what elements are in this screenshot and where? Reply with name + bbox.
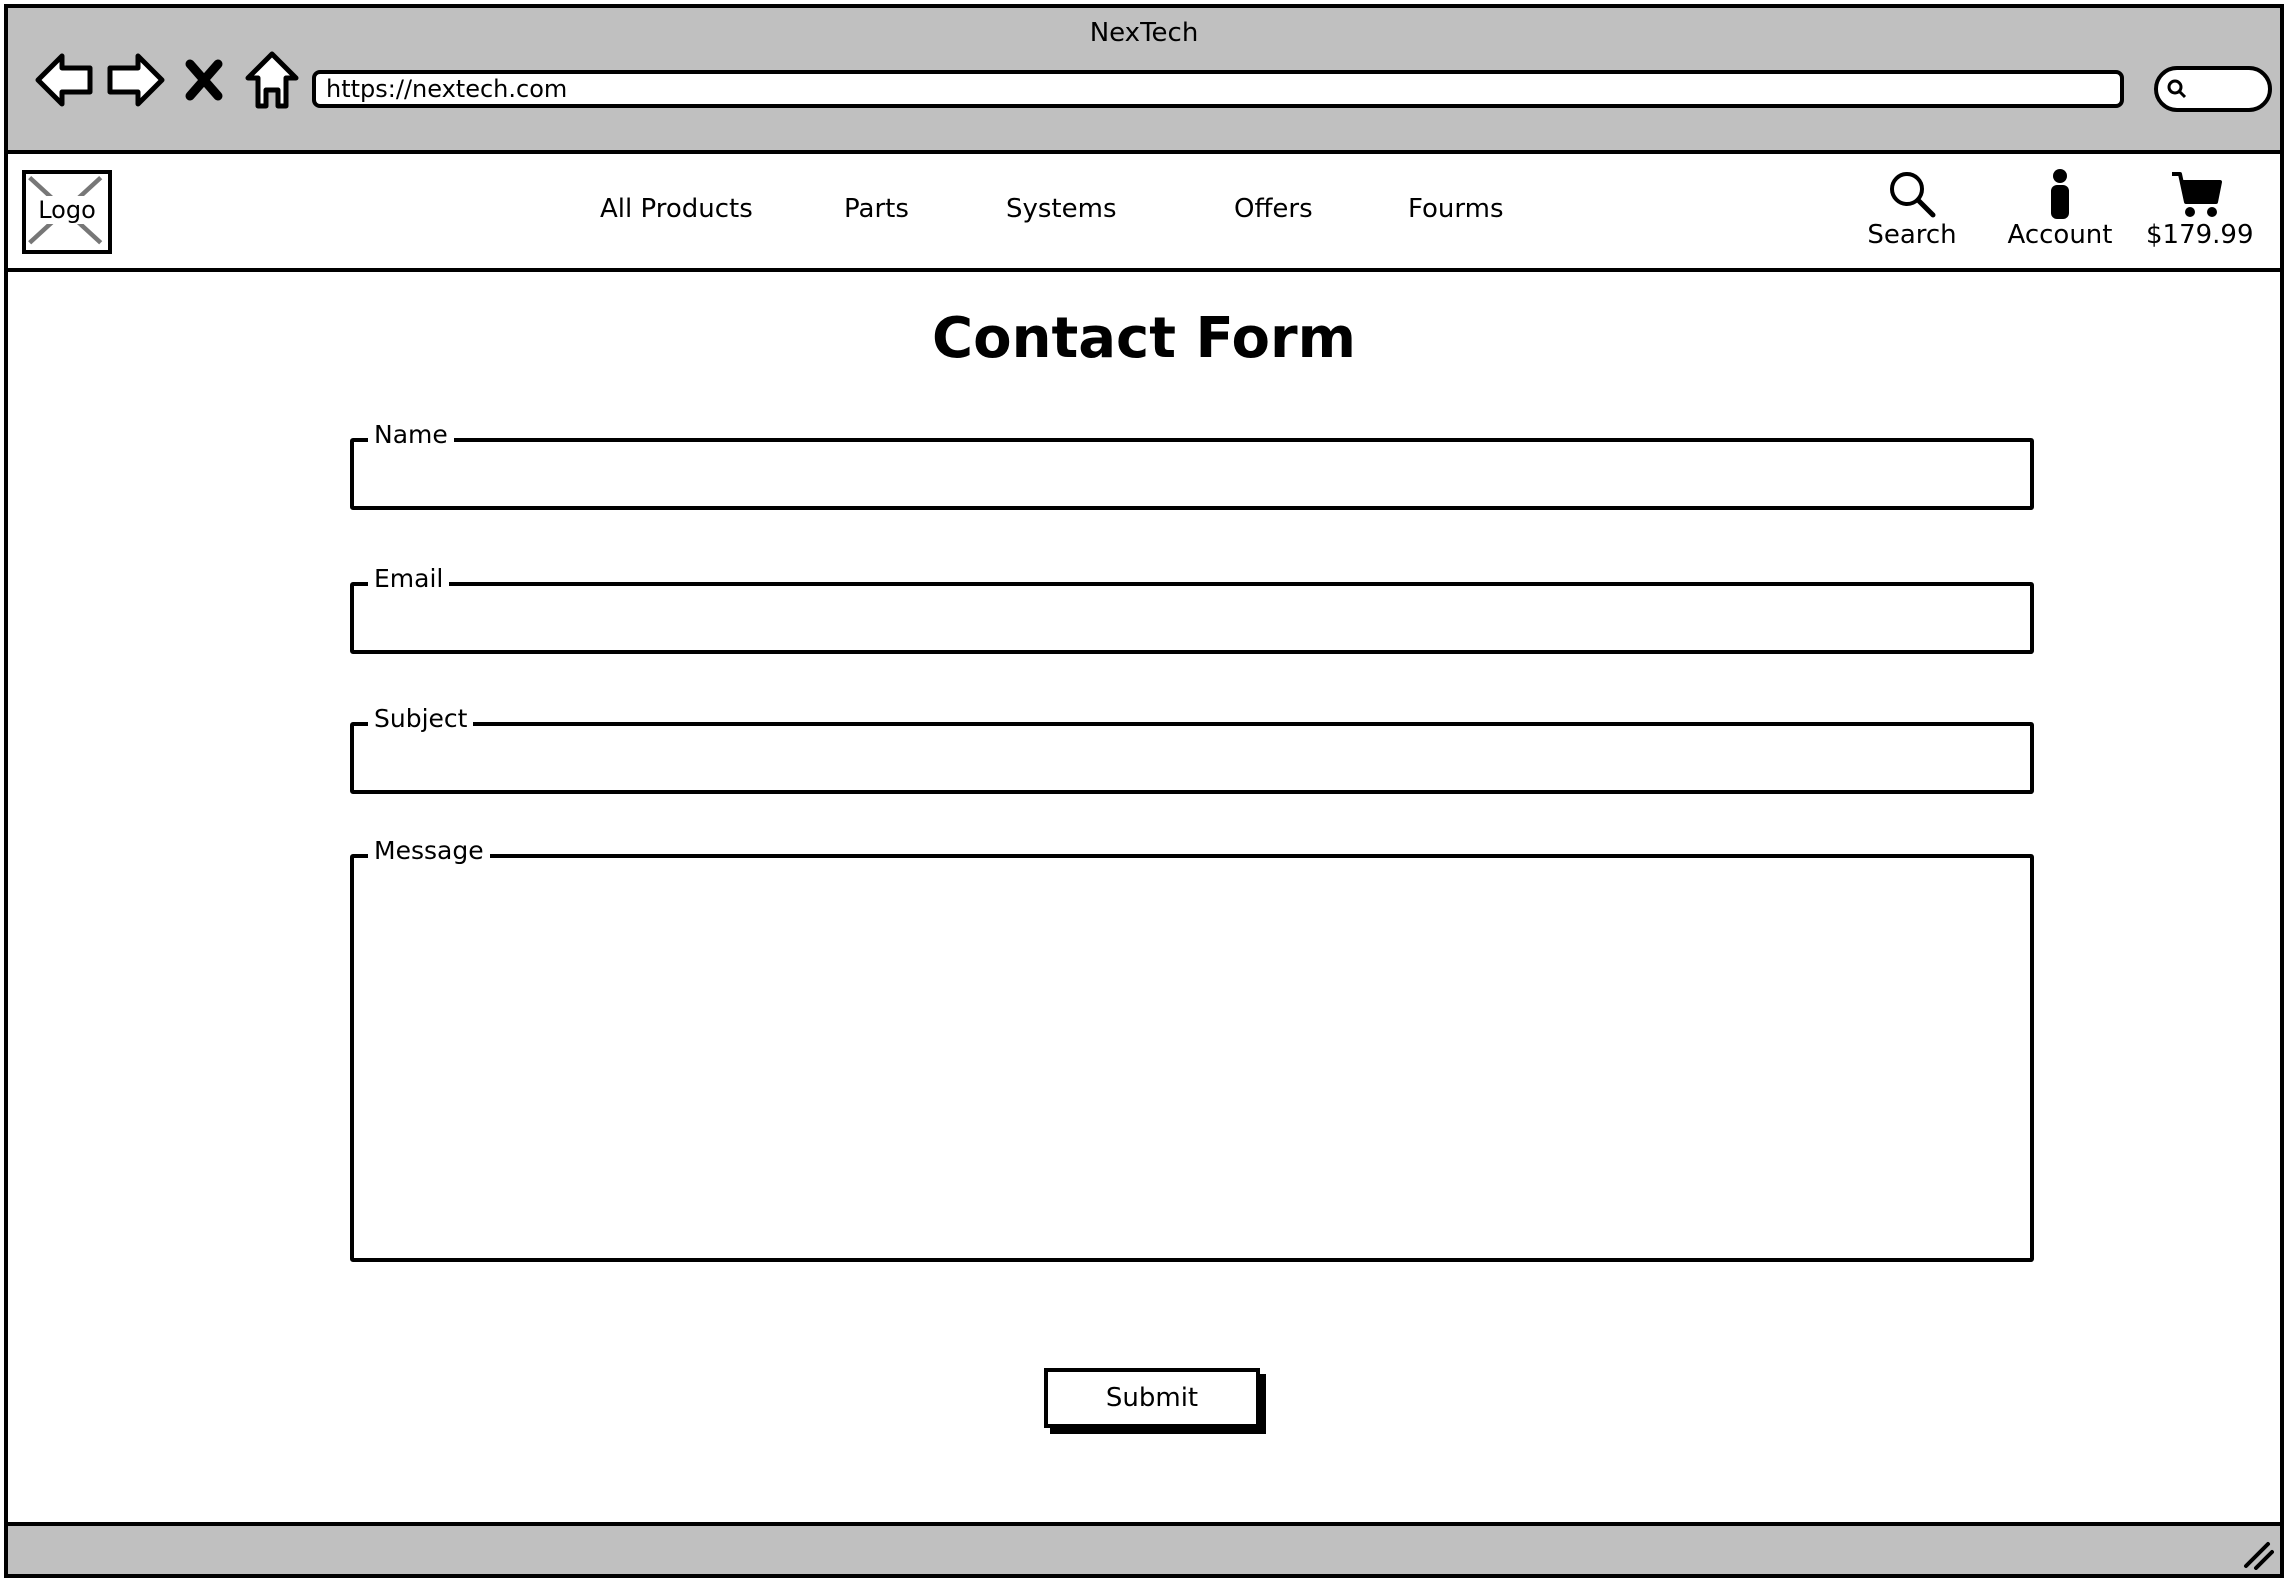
- site-header: Logo All Products Parts Systems Offers F…: [8, 154, 2280, 272]
- name-field[interactable]: Name: [350, 420, 2034, 510]
- name-input[interactable]: [354, 442, 2030, 506]
- nav-offers[interactable]: Offers: [1234, 194, 1313, 224]
- submit-button[interactable]: Submit: [1044, 1368, 1260, 1428]
- message-textarea[interactable]: [354, 858, 2030, 1258]
- nav-systems[interactable]: Systems: [1006, 194, 1117, 224]
- search-label: Search: [1867, 220, 1957, 250]
- browser-window: NexTech https://nextech.com Logo All Pro…: [4, 4, 2284, 1578]
- user-icon: [2051, 169, 2069, 219]
- address-bar[interactable]: https://nextech.com: [312, 70, 2124, 108]
- search-icon: [1890, 172, 1936, 218]
- header-search-button[interactable]: Search: [1864, 168, 1960, 250]
- account-label: Account: [2007, 220, 2113, 250]
- account-button[interactable]: Account: [2004, 168, 2116, 250]
- logo[interactable]: Logo: [22, 170, 112, 254]
- resize-grip-icon[interactable]: [2240, 1536, 2274, 1570]
- message-field[interactable]: Message: [350, 836, 2034, 1262]
- close-icon[interactable]: [180, 48, 228, 112]
- status-bar: [8, 1522, 2280, 1574]
- email-input[interactable]: [354, 586, 2030, 650]
- cart-button[interactable]: $179.99: [2146, 168, 2254, 250]
- nav-fourms[interactable]: Fourms: [1408, 194, 1504, 224]
- subject-field[interactable]: Subject: [350, 704, 2034, 794]
- cart-total: $179.99: [2146, 220, 2254, 250]
- window-title: NexTech: [1089, 18, 1199, 48]
- nav-all-products[interactable]: All Products: [600, 194, 753, 224]
- shopping-cart-icon: [2172, 172, 2222, 217]
- subject-input[interactable]: [354, 726, 2030, 790]
- nav-parts[interactable]: Parts: [844, 194, 909, 224]
- search-icon: [2167, 79, 2187, 99]
- logo-label: Logo: [32, 196, 102, 224]
- back-arrow-icon[interactable]: [32, 48, 96, 112]
- forward-arrow-icon[interactable]: [104, 48, 168, 112]
- home-icon[interactable]: [240, 48, 304, 112]
- page-title: Contact Form: [932, 306, 1356, 371]
- browser-toolbar: NexTech https://nextech.com: [8, 8, 2280, 154]
- email-field[interactable]: Email: [350, 564, 2034, 654]
- browser-search-box[interactable]: [2154, 66, 2272, 112]
